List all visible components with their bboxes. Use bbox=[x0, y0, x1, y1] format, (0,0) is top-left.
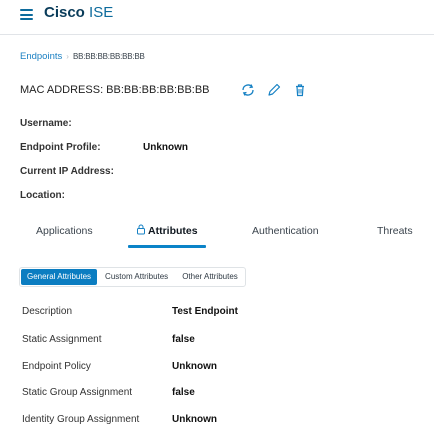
static-group-assignment-label: Static Group Assignment bbox=[22, 387, 133, 398]
mac-address-title: MAC ADDRESS: BB:BB:BB:BB:BB:BB bbox=[20, 84, 210, 96]
username-label: Username: bbox=[20, 118, 72, 129]
endpoint-policy-label: Endpoint Policy bbox=[22, 361, 91, 372]
app-brand: Cisco ISE bbox=[44, 5, 113, 21]
static-assignment-value: false bbox=[172, 334, 195, 345]
current-ip-label: Current IP Address: bbox=[20, 166, 114, 177]
refresh-icon[interactable] bbox=[240, 82, 256, 98]
brand-rest: ISE bbox=[84, 4, 114, 21]
tab-attributes[interactable]: Attributes bbox=[128, 223, 206, 248]
identity-group-assignment-label: Identity Group Assignment bbox=[22, 414, 140, 425]
attribute-subtabs: General Attributes Custom Attributes Oth… bbox=[19, 267, 246, 287]
subtab-general-attributes[interactable]: General Attributes bbox=[21, 269, 98, 285]
tab-authentication[interactable]: Authentication bbox=[252, 223, 319, 247]
endpoint-policy-value: Unknown bbox=[172, 361, 217, 372]
description-value: Test Endpoint bbox=[172, 306, 238, 317]
lock-icon bbox=[137, 224, 145, 235]
endpoint-actions bbox=[240, 82, 308, 98]
description-label: Description bbox=[22, 306, 73, 317]
tab-applications[interactable]: Applications bbox=[36, 223, 93, 247]
top-bar: Cisco ISE bbox=[0, 0, 434, 35]
static-assignment-label: Static Assignment bbox=[22, 334, 102, 345]
endpoint-tabs: Applications Attributes Authentication T… bbox=[0, 223, 434, 249]
breadcrumb-separator-icon: › bbox=[66, 52, 69, 61]
breadcrumb-current: BB:BB:BB:BB:BB:BB bbox=[72, 52, 145, 61]
subtab-custom-attributes[interactable]: Custom Attributes bbox=[99, 269, 174, 285]
location-label: Location: bbox=[20, 190, 65, 201]
breadcrumb: Endpoints › BB:BB:BB:BB:BB:BB bbox=[20, 51, 145, 62]
trash-icon[interactable] bbox=[292, 82, 308, 98]
subtab-other-attributes[interactable]: Other Attributes bbox=[176, 269, 244, 285]
edit-pencil-icon[interactable] bbox=[266, 82, 282, 98]
identity-group-assignment-value: Unknown bbox=[172, 414, 217, 425]
tab-threats[interactable]: Threats bbox=[377, 223, 413, 247]
tab-attributes-label: Attributes bbox=[148, 225, 198, 237]
breadcrumb-endpoints-link[interactable]: Endpoints bbox=[20, 51, 62, 62]
brand-bold: Cisco bbox=[44, 4, 85, 21]
static-group-assignment-value: false bbox=[172, 387, 195, 398]
endpoint-profile-label: Endpoint Profile: bbox=[20, 142, 101, 153]
endpoint-profile-value: Unknown bbox=[143, 142, 188, 153]
hamburger-icon[interactable] bbox=[20, 9, 33, 20]
